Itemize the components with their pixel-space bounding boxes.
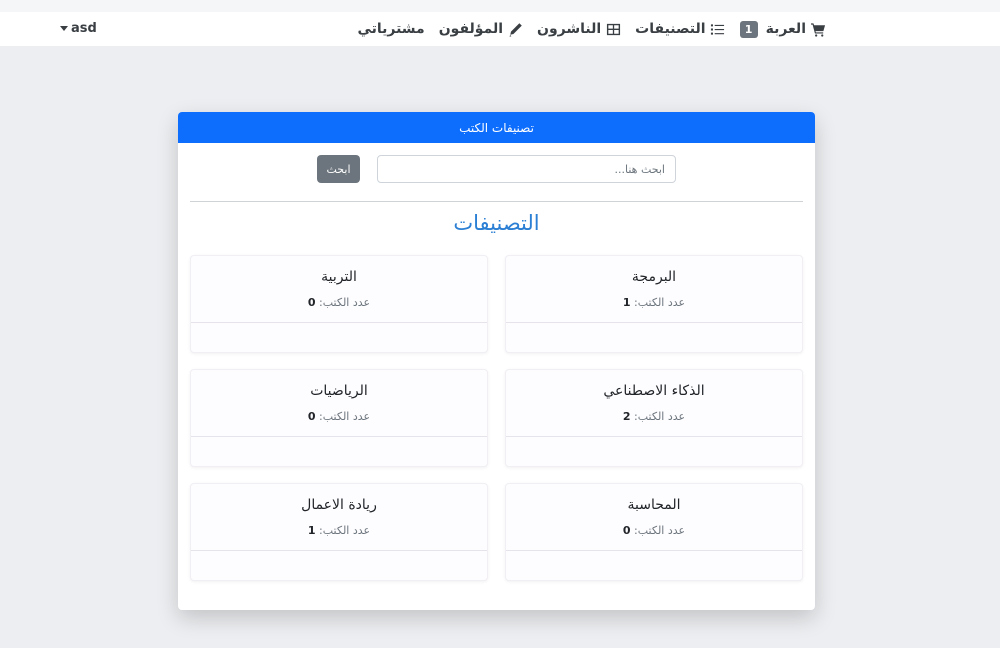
category-count-label: عدد الكتب: [319, 524, 371, 537]
category-count: عدد الكتب: 1 [191, 524, 487, 537]
category-count-label: عدد الكتب: [319, 410, 371, 423]
category-count-value: 1 [307, 524, 316, 537]
nav-cart-label: العربة [765, 21, 806, 37]
nav-publishers[interactable]: الناشرون [537, 21, 621, 37]
card-header: تصنيفات الكتب [178, 112, 815, 143]
nav-categories[interactable]: التصنيفات [635, 21, 725, 37]
category-count: عدد الكتب: 1 [506, 296, 802, 309]
category-count-value: 0 [307, 410, 316, 423]
category-name: البرمجة [631, 269, 677, 285]
nav-cart[interactable]: العربة 1 [739, 20, 826, 38]
category-name: الرياضيات [310, 383, 368, 399]
list-icon [710, 21, 726, 37]
category-count-value: 1 [622, 296, 631, 309]
nav-purchases-label: مشترياتي [357, 21, 425, 37]
category-count-value: 0 [307, 296, 316, 309]
nav-links: مشترياتي المؤلفون الناشرون التصنيفات الع… [357, 12, 826, 46]
caret-down-icon [60, 26, 68, 31]
category-count-label: عدد الكتب: [634, 296, 686, 309]
category-count: عدد الكتب: 0 [506, 524, 802, 537]
user-menu-dropdown[interactable]: asd [60, 21, 97, 36]
category-count: عدد الكتب: 0 [191, 410, 487, 423]
cart-icon [810, 21, 826, 37]
category-count: عدد الكتب: 2 [506, 410, 802, 423]
category-card[interactable]: الذكاء الاصطناعي عدد الكتب: 2 [505, 369, 803, 467]
category-name: المحاسبة [627, 497, 681, 513]
category-count: عدد الكتب: 0 [191, 296, 487, 309]
search-input[interactable] [377, 155, 676, 183]
category-divider [506, 322, 802, 323]
category-card[interactable]: الرياضيات عدد الكتب: 0 [190, 369, 488, 467]
category-count-value: 0 [622, 524, 631, 537]
user-name: asd [71, 21, 97, 36]
category-divider [191, 550, 487, 551]
category-divider [506, 550, 802, 551]
category-divider [506, 436, 802, 437]
category-card[interactable]: التربية عدد الكتب: 0 [190, 255, 488, 353]
category-count-label: عدد الكتب: [319, 296, 371, 309]
category-card[interactable]: ريادة الاعمال عدد الكتب: 1 [190, 483, 488, 581]
category-name: الذكاء الاصطناعي [603, 383, 705, 399]
section-title: التصنيفات [453, 211, 540, 235]
nav-categories-label: التصنيفات [635, 21, 706, 37]
pencil-icon [507, 21, 523, 37]
category-count-value: 2 [622, 410, 631, 423]
category-divider [191, 436, 487, 437]
nav-purchases[interactable]: مشترياتي [357, 21, 424, 37]
navbar: مشترياتي المؤلفون الناشرون التصنيفات الع… [0, 12, 1000, 46]
top-strip [0, 0, 1000, 12]
category-name: التربية [321, 269, 357, 285]
categories-card: تصنيفات الكتب ابحث التصنيفات البرمجة عدد… [178, 112, 815, 610]
category-card[interactable]: البرمجة عدد الكتب: 1 [505, 255, 803, 353]
nav-publishers-label: الناشرون [537, 21, 602, 37]
search-button[interactable]: ابحث [317, 155, 360, 183]
cart-count-badge: 1 [739, 20, 758, 38]
nav-authors[interactable]: المؤلفون [439, 21, 523, 37]
table-icon [605, 21, 621, 37]
category-name: ريادة الاعمال [301, 497, 377, 513]
search-row: ابحث [178, 143, 815, 201]
category-count-label: عدد الكتب: [634, 410, 686, 423]
category-card[interactable]: المحاسبة عدد الكتب: 0 [505, 483, 803, 581]
divider [190, 201, 803, 202]
category-count-label: عدد الكتب: [634, 524, 686, 537]
category-divider [191, 322, 487, 323]
nav-authors-label: المؤلفون [438, 21, 504, 37]
